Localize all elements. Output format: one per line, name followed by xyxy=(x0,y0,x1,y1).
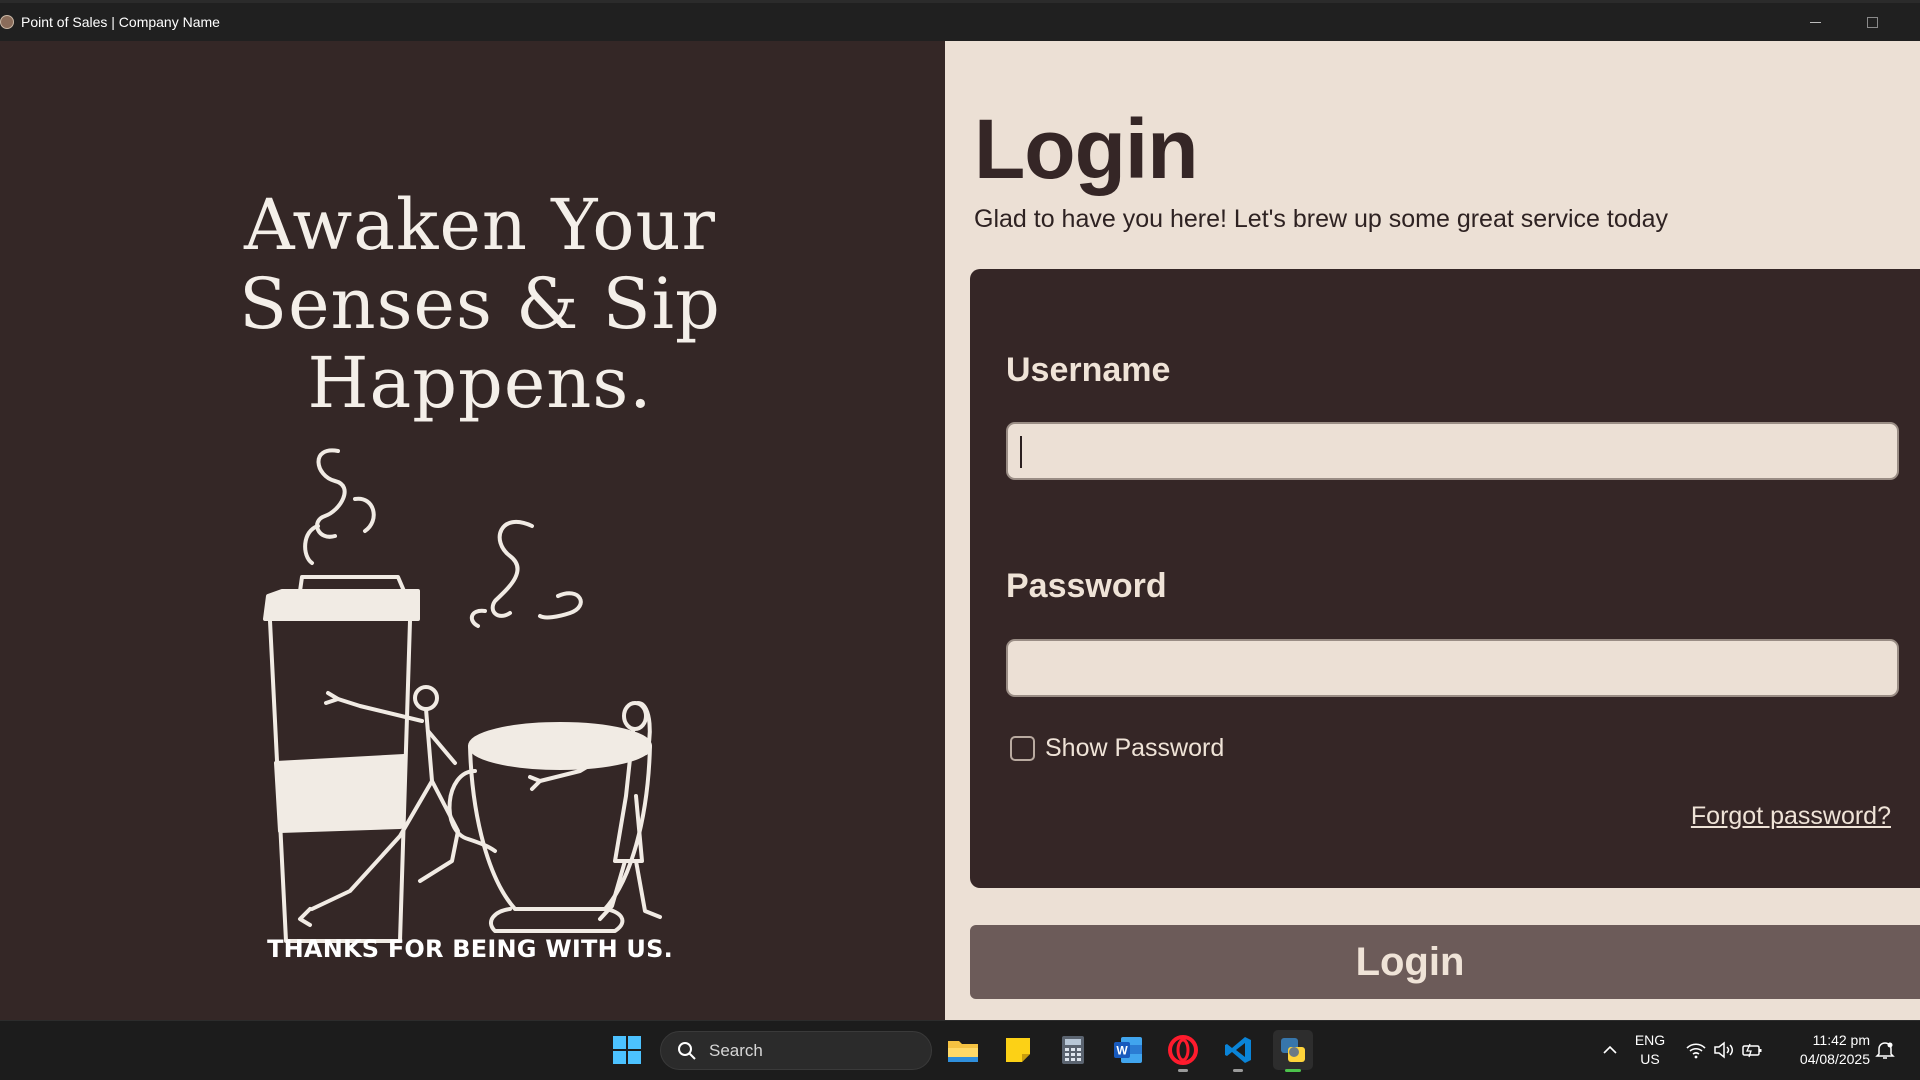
username-input[interactable] xyxy=(1006,422,1899,480)
clock-date: 04/08/2025 xyxy=(1799,1051,1870,1067)
taskbar-word[interactable]: W xyxy=(1108,1030,1148,1070)
svg-text:W: W xyxy=(1116,1044,1128,1058)
calculator-icon xyxy=(1062,1036,1084,1064)
tagline: Awaken Your Senses & Sip Happens. xyxy=(239,184,721,424)
taskbar-python[interactable] xyxy=(1273,1030,1313,1072)
window-title: Point of Sales | Company Name xyxy=(21,14,220,30)
search-placeholder: Search xyxy=(709,1040,763,1060)
language-indicator[interactable]: ENG US xyxy=(1630,1031,1670,1069)
login-button[interactable]: Login xyxy=(970,925,1920,999)
start-icon xyxy=(613,1036,641,1064)
password-label: Password xyxy=(1006,567,1167,605)
wifi-icon xyxy=(1686,1043,1706,1059)
maximize-button[interactable] xyxy=(1843,3,1901,41)
title-bar: Point of Sales | Company Name xyxy=(0,0,1920,41)
clock-time: 11:42 pm xyxy=(1812,1032,1870,1048)
page-title: Login xyxy=(974,102,1199,196)
minimize-icon xyxy=(1809,21,1821,23)
region-code: US xyxy=(1640,1051,1660,1067)
show-password-label: Show Password xyxy=(1045,734,1225,762)
start-button[interactable] xyxy=(607,1030,647,1070)
show-hidden-icons-button[interactable] xyxy=(1590,1030,1630,1070)
taskbar-vscode[interactable] xyxy=(1218,1030,1258,1072)
vscode-icon xyxy=(1225,1037,1251,1063)
login-form: Username Password Show Password Forgot p… xyxy=(970,269,1920,888)
taskbar-opera[interactable] xyxy=(1163,1030,1203,1072)
app-logo-icon xyxy=(0,15,14,29)
notifications-button[interactable] xyxy=(1870,1030,1900,1070)
chevron-up-icon xyxy=(1603,1045,1617,1054)
active-indicator xyxy=(1285,1069,1301,1072)
volume-icon xyxy=(1714,1041,1733,1059)
running-indicator xyxy=(1178,1069,1188,1072)
opera-icon xyxy=(1168,1035,1198,1065)
python-icon xyxy=(1281,1038,1305,1062)
show-password-toggle[interactable]: Show Password xyxy=(1010,734,1224,763)
branding-panel: Awaken Your Senses & Sip Happens. THANKS… xyxy=(0,41,945,1020)
taskbar-sticky-notes[interactable] xyxy=(998,1030,1038,1070)
language-code: ENG xyxy=(1634,1032,1666,1048)
sticky-notes-icon xyxy=(1006,1038,1030,1062)
taskbar-calculator[interactable] xyxy=(1053,1030,1093,1070)
taskbar: Search W ENG US 11:42 pm 04/08/2025 xyxy=(0,1020,1920,1080)
show-password-checkbox[interactable] xyxy=(1010,736,1035,761)
text-caret xyxy=(1020,436,1022,468)
clock[interactable]: 11:42 pm 04/08/2025 xyxy=(1782,1031,1870,1069)
password-input[interactable] xyxy=(1006,639,1899,697)
page-subtitle: Glad to have you here! Let's brew up som… xyxy=(974,205,1669,233)
username-label: Username xyxy=(1006,351,1171,389)
network-volume-battery[interactable] xyxy=(1676,1030,1772,1070)
taskbar-file-explorer[interactable] xyxy=(943,1030,983,1070)
word-icon: W xyxy=(1114,1037,1142,1063)
taskbar-search[interactable]: Search xyxy=(660,1031,932,1070)
maximize-icon xyxy=(1866,16,1878,28)
running-indicator xyxy=(1233,1069,1243,1072)
battery-icon xyxy=(1742,1043,1762,1058)
thanks-message: THANKS FOR BEING WITH US. xyxy=(267,935,673,963)
login-panel: Login Glad to have you here! Let's brew … xyxy=(945,41,1920,1020)
forgot-password-link[interactable]: Forgot password? xyxy=(1691,802,1891,831)
file-explorer-icon xyxy=(948,1041,978,1062)
coffee-cups-illustration xyxy=(263,448,662,943)
notification-bell-icon xyxy=(1875,1042,1895,1059)
search-icon xyxy=(678,1041,696,1060)
minimize-button[interactable] xyxy=(1786,3,1844,41)
